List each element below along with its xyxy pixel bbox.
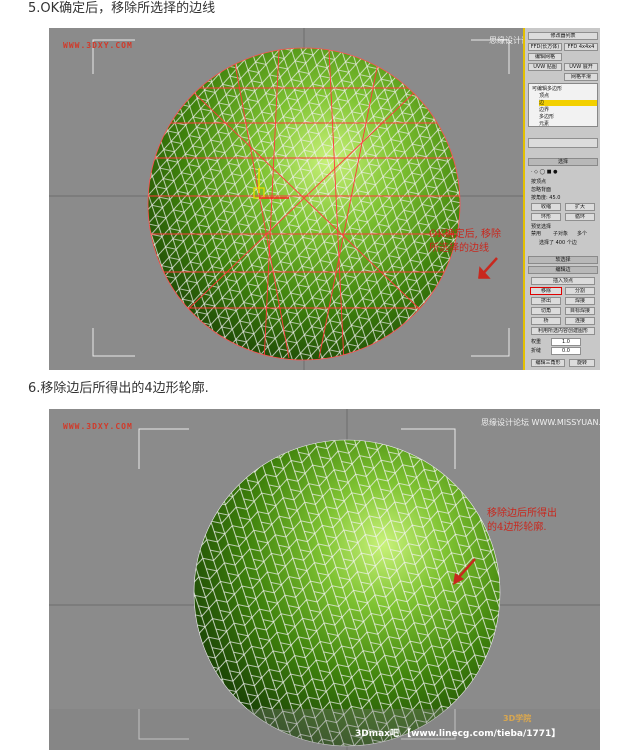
uvw-map-button[interactable]: UVW 贴图 <box>528 63 562 71</box>
modifier-list-dropdown[interactable]: 修改器列表 <box>528 32 598 40</box>
annotation-text: OK确定后, 移除 所选择的边线 <box>429 229 502 254</box>
command-panel: 修改器列表 FFD(长方体) FFD 4x4x4 编辑网格 UVW 贴图 UVW… <box>523 28 600 370</box>
edit-triangulation-button[interactable]: 编辑三角形 <box>531 359 565 367</box>
grow-button[interactable]: 扩大 <box>565 203 595 211</box>
soft-selection-rollout[interactable]: 软选择 <box>528 256 598 264</box>
sphere-render-1 <box>49 28 523 370</box>
by-angle-checkbox[interactable]: 按角度: 45.0 <box>531 195 560 201</box>
ffd-444-button[interactable]: FFD 4x4x4 <box>564 43 598 51</box>
weight-spinner[interactable]: 1.0 <box>551 338 581 346</box>
weight-label: 权重 <box>531 339 542 345</box>
step5-title: 5.OK确定后，移除所选择的边线 <box>28 1 216 16</box>
bridge-button[interactable]: 桥 <box>531 317 561 325</box>
preview-option-subobject[interactable]: 子对象 <box>553 231 568 237</box>
turn-button[interactable]: 旋转 <box>569 359 595 367</box>
target-weld-button[interactable]: 目标焊接 <box>565 307 595 315</box>
stack-item-border[interactable]: 边界 <box>539 107 549 113</box>
subobject-icons[interactable]: · ◇ ◯ ■ ● <box>531 169 557 175</box>
sphere-render-2 <box>49 409 600 750</box>
step6-title: 6.移除边后所得出的4边形轮廓. <box>28 381 209 396</box>
site-watermark: WWW.3DXY.COM <box>63 422 133 431</box>
stack-item-element[interactable]: 元素 <box>539 121 549 127</box>
selection-count: 选择了 400 个边 <box>539 240 577 246</box>
viewport-screenshot-2: WWW.3DXY.COM 思缘设计论坛 WWW.MISSYUAN.COM 移除边… <box>49 409 600 750</box>
chamfer-button[interactable]: 切角 <box>531 307 561 315</box>
selection-rollout[interactable]: 选择 <box>528 158 598 166</box>
modifier-stack[interactable]: 可编辑多边形 顶点 边 边界 多边形 元素 <box>528 83 598 127</box>
extrude-button[interactable]: 挤出 <box>531 297 561 305</box>
create-shape-button[interactable]: 利用所选内容创建图形 <box>531 327 595 335</box>
edit-mesh-button[interactable]: 编辑网格 <box>528 53 562 61</box>
ffd-box-button[interactable]: FFD(长方体) <box>528 43 562 51</box>
loop-button[interactable]: 循环 <box>565 213 595 221</box>
shrink-button[interactable]: 收缩 <box>531 203 561 211</box>
stack-item-editable-poly[interactable]: 可编辑多边形 <box>532 86 562 92</box>
preview-selection-label: 预览选择 <box>531 224 552 230</box>
split-button[interactable]: 分割 <box>565 287 595 295</box>
site-watermark: WWW.3DXY.COM <box>63 41 133 50</box>
preview-option-disabled[interactable]: 禁用 <box>531 231 541 237</box>
stack-item-edge[interactable]: 边 <box>539 100 597 106</box>
ring-button[interactable]: 环形 <box>531 213 561 221</box>
forum-watermark: 思缘设计论坛 WWW.MISSYUAN.COM <box>481 418 600 427</box>
3d-academy-logo: 3D学院 <box>503 714 532 723</box>
connect-button[interactable]: 连接 <box>565 317 595 325</box>
perspective-viewport-2[interactable]: WWW.3DXY.COM 思缘设计论坛 WWW.MISSYUAN.COM 移除边… <box>49 409 600 750</box>
weld-button[interactable]: 焊接 <box>565 297 595 305</box>
crease-label: 折缝 <box>531 348 542 354</box>
crease-spinner[interactable]: 0.0 <box>551 347 581 355</box>
footer-watermark: 3Dmax吧 【www.linecg.com/tieba/1771】 <box>355 729 561 739</box>
stack-tools-row[interactable] <box>528 138 598 148</box>
remove-button[interactable]: 移除 <box>530 287 562 295</box>
stack-item-vertex[interactable]: 顶点 <box>539 93 549 99</box>
insert-vertex-button[interactable]: 插入顶点 <box>531 277 595 285</box>
ignore-backface-checkbox[interactable]: 忽略背面 <box>531 187 551 193</box>
edit-edges-rollout[interactable]: 编辑边 <box>528 266 598 274</box>
uvw-unwrap-button[interactable]: UVW 展开 <box>564 63 598 71</box>
perspective-viewport[interactable]: WWW.3DXY.COM 思缘设计论坛 WWW.MISSYUAN.COM OK确… <box>49 28 600 370</box>
preview-option-multi[interactable]: 多个 <box>577 231 587 237</box>
annotation-text: 移除边后所得出 的4边形轮廓. <box>487 508 557 533</box>
meshsmooth-button[interactable]: 网格平滑 <box>564 73 598 81</box>
by-vertex-checkbox[interactable]: 按顶点 <box>531 179 546 185</box>
stack-item-polygon[interactable]: 多边形 <box>539 114 554 120</box>
viewport-screenshot-1: WWW.3DXY.COM 思缘设计论坛 WWW.MISSYUAN.COM OK确… <box>49 28 600 370</box>
